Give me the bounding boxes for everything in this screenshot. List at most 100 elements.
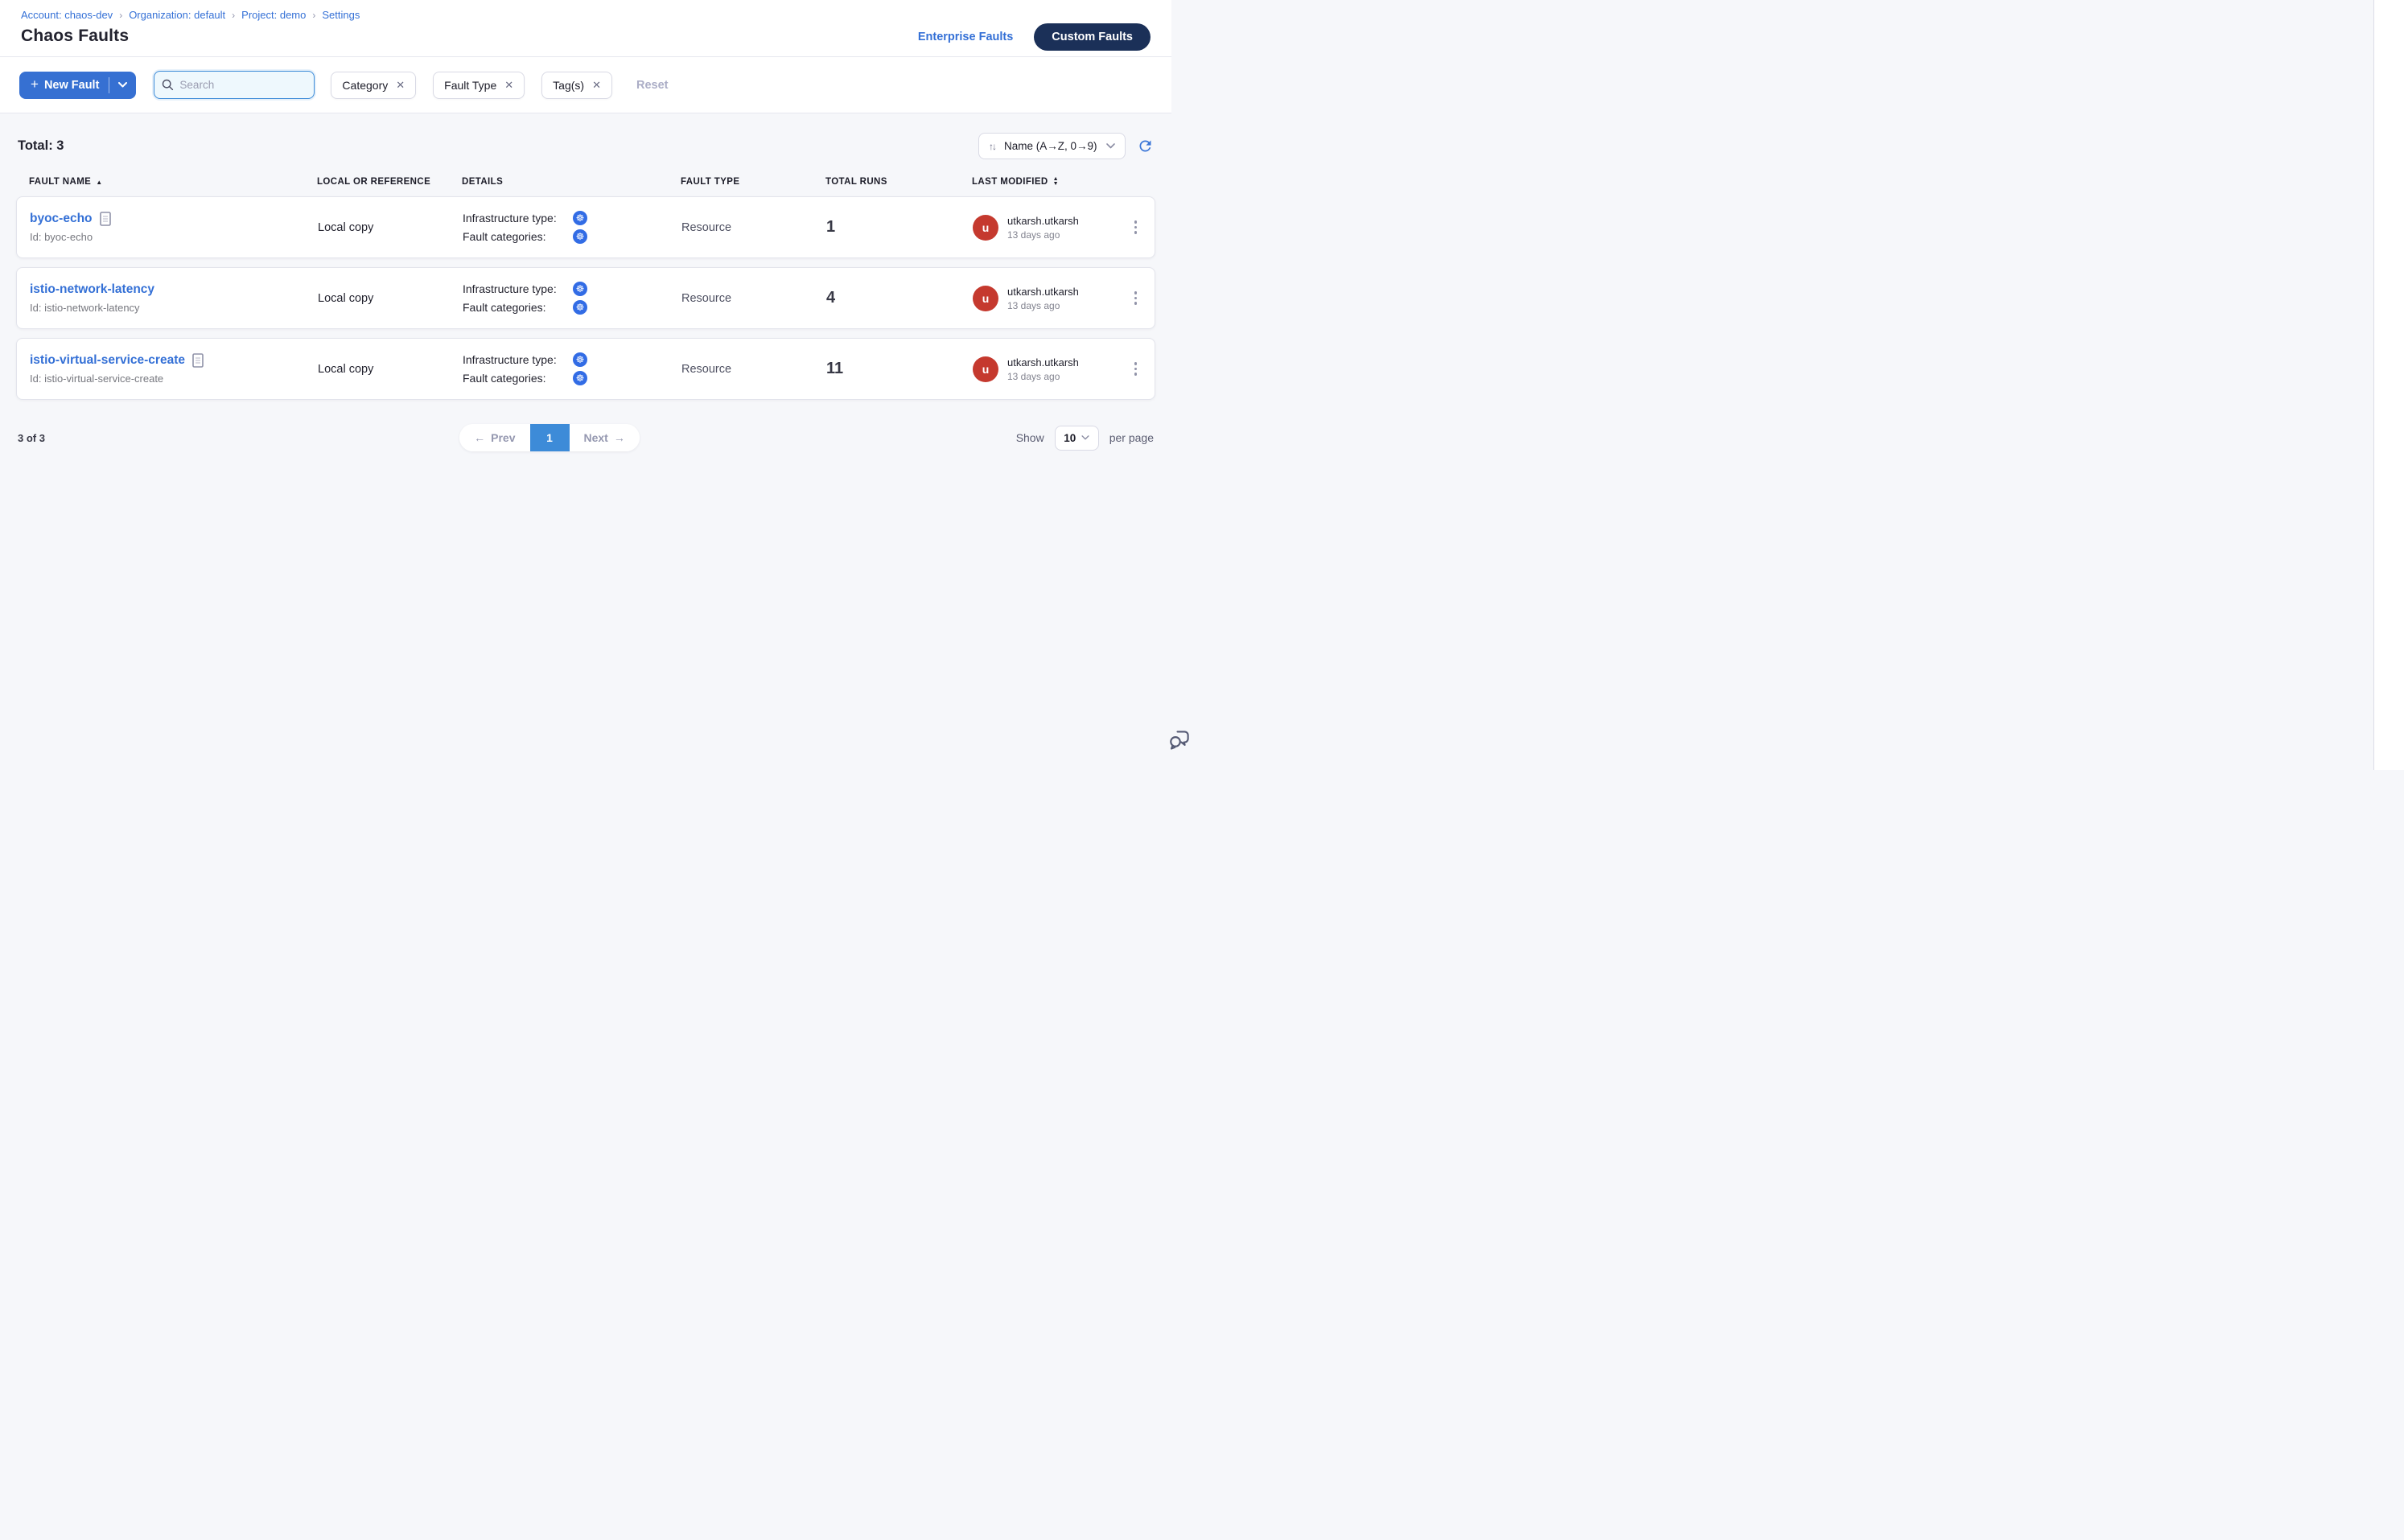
next-label: Next [584,431,608,444]
page-title: Chaos Faults [21,27,360,46]
sort-ascending-icon: ▲ [96,179,102,186]
fault-name-link[interactable]: byoc-echo [30,212,93,226]
column-label: FAULT TYPE [681,177,739,187]
new-fault-label: New Fault [44,79,99,92]
fault-name-cell: byoc-echo Id: byoc-echo [30,212,318,243]
column-header-total-runs: TOTAL RUNS [825,177,972,187]
close-icon[interactable]: ✕ [396,79,405,92]
row-menu-button[interactable] [1130,286,1142,310]
fault-name-cell: istio-virtual-service-create Id: istio-v… [30,353,318,385]
category-filter-chip[interactable]: Category ✕ [331,72,416,99]
breadcrumb-project[interactable]: Project: demo [241,9,306,21]
fault-table-row[interactable]: istio-virtual-service-create Id: istio-v… [16,338,1155,400]
modified-time: 13 days ago [1007,300,1079,311]
per-page-label: per page [1109,431,1154,444]
show-label: Show [1016,431,1044,444]
total-count: Total: 3 [18,138,64,154]
modified-time: 13 days ago [1007,229,1079,241]
page-size-dropdown[interactable]: 10 [1055,426,1099,451]
breadcrumb-organization[interactable]: Organization: default [129,9,225,21]
fault-table-body: byoc-echo Id: byoc-echo Local copy Infra… [16,196,1155,400]
new-fault-button[interactable]: + New Fault [19,72,136,99]
chevron-down-icon[interactable] [109,82,136,88]
kubernetes-icon: ☸ [573,211,587,225]
column-header-details: DETAILS [462,177,681,187]
modified-time: 13 days ago [1007,371,1079,382]
description-icon [192,353,204,368]
current-page-button[interactable]: 1 [530,424,570,451]
header-left: Account: chaos-dev › Organization: defau… [21,7,360,56]
row-menu-button[interactable] [1130,357,1142,381]
header-right: Enterprise Faults Custom Faults [918,7,1151,56]
fault-type-cell: Resource [681,363,826,376]
column-header-last-modified[interactable]: LAST MODIFIED ▲▼ [972,177,1126,187]
support-chat-button[interactable] [1167,728,1192,755]
total-runs-cell: 1 [826,218,973,237]
chat-bubbles-icon [1167,728,1192,752]
fault-table-row[interactable]: byoc-echo Id: byoc-echo Local copy Infra… [16,196,1155,258]
details-cell: Infrastructure type: ☸ Fault categories:… [463,211,681,244]
infrastructure-type-label: Infrastructure type: [463,353,573,366]
search-box [154,71,315,99]
column-label: DETAILS [462,177,503,187]
new-fault-main[interactable]: + New Fault [19,77,109,93]
infrastructure-type-label: Infrastructure type: [463,212,573,224]
fault-name-cell: istio-network-latency Id: istio-network-… [30,282,318,314]
local-or-reference-cell: Local copy [318,292,463,305]
category-filter-label: Category [342,79,388,92]
search-input[interactable] [179,79,307,91]
fault-name-link[interactable]: istio-network-latency [30,282,154,297]
close-icon[interactable]: ✕ [592,79,601,92]
last-modified-cell: u utkarsh.utkarsh 13 days ago [973,215,1127,241]
fault-type-cell: Resource [681,292,826,305]
fault-name-link[interactable]: istio-virtual-service-create [30,353,185,368]
tags-filter-label: Tag(s) [553,79,584,92]
breadcrumb-account[interactable]: Account: chaos-dev [21,9,113,21]
prev-page-button[interactable]: ← Prev [459,424,529,451]
custom-faults-button[interactable]: Custom Faults [1034,23,1151,51]
plus-icon: + [31,76,39,93]
chevron-right-icon: › [119,10,122,21]
column-header-fault-type: FAULT TYPE [681,177,825,187]
column-header-fault-name[interactable]: FAULT NAME ▲ [29,177,317,187]
sort-arrows-icon: ↑↓ [989,141,995,152]
next-page-button[interactable]: Next → [570,424,640,451]
chevron-down-icon [1106,143,1115,149]
chevron-right-icon: › [232,10,235,21]
local-or-reference-cell: Local copy [318,363,463,376]
total-runs-cell: 4 [826,289,973,307]
fault-table-row[interactable]: istio-network-latency Id: istio-network-… [16,267,1155,329]
fault-type-filter-label: Fault Type [444,79,496,92]
column-label: LAST MODIFIED [972,177,1048,187]
total-runs-cell: 11 [826,360,973,378]
fault-type-cell: Resource [681,221,826,234]
modified-by-user: utkarsh.utkarsh [1007,356,1079,369]
kubernetes-icon: ☸ [573,371,587,385]
toolbar: + New Fault Category ✕ Fault Type ✕ [0,57,1171,113]
fault-id: Id: byoc-echo [30,231,318,243]
enterprise-faults-link[interactable]: Enterprise Faults [918,31,1013,43]
avatar: u [973,215,998,241]
reset-filters-button[interactable]: Reset [636,79,669,92]
row-menu-button[interactable] [1130,216,1142,239]
infrastructure-type-label: Infrastructure type: [463,282,573,295]
kubernetes-icon: ☸ [573,229,587,244]
local-or-reference-cell: Local copy [318,221,463,234]
last-modified-cell: u utkarsh.utkarsh 13 days ago [973,356,1127,382]
column-label: LOCAL OR REFERENCE [317,177,430,187]
fault-type-filter-chip[interactable]: Fault Type ✕ [433,72,525,99]
sort-dropdown[interactable]: ↑↓ Name (A→Z, 0→9) [978,133,1126,159]
details-cell: Infrastructure type: ☸ Fault categories:… [463,282,681,315]
column-header-local-or-reference: LOCAL OR REFERENCE [317,177,462,187]
page-header: Account: chaos-dev › Organization: defau… [0,0,1171,57]
refresh-button[interactable] [1137,138,1154,154]
close-icon[interactable]: ✕ [504,79,513,92]
main-content: Total: 3 ↑↓ Name (A→Z, 0→9) FAULT NAME ▲ [0,133,1171,451]
table-column-headers: FAULT NAME ▲ LOCAL OR REFERENCE DETAILS … [16,177,1155,187]
tags-filter-chip[interactable]: Tag(s) ✕ [541,72,612,99]
scrollbar-gutter[interactable] [2373,0,2404,770]
avatar: u [973,356,998,382]
breadcrumb-settings[interactable]: Settings [322,9,360,21]
page-size-value: 10 [1064,432,1076,444]
modified-by-user: utkarsh.utkarsh [1007,215,1079,227]
